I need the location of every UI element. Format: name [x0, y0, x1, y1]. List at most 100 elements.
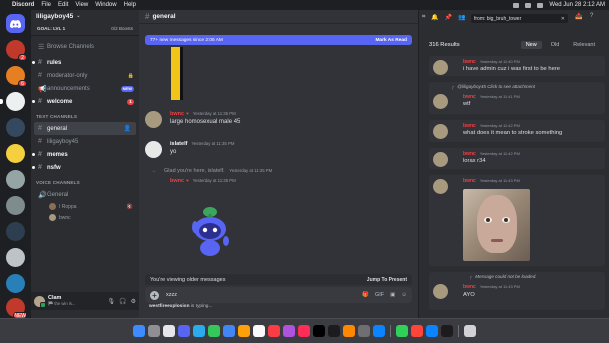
- microphone-icon[interactable]: 🎙: [108, 298, 116, 305]
- search-result[interactable]: bwnc Yesterday at 11:43 PM: [429, 175, 605, 266]
- boost-goal[interactable]: GOAL: LVL 1 0/2 Boosts: [31, 22, 139, 36]
- menu-window[interactable]: Window: [95, 2, 116, 8]
- server-icon-9[interactable]: [6, 248, 25, 267]
- server-icon-4[interactable]: [6, 118, 25, 137]
- server-icon-8[interactable]: [6, 222, 25, 241]
- channel-announcements[interactable]: 📢 announcements NEW: [31, 82, 139, 95]
- server-icon-7[interactable]: [6, 196, 25, 215]
- menubar-clock[interactable]: Wed Jun 28 2:12 AM: [549, 2, 605, 8]
- photos-icon[interactable]: [298, 325, 310, 337]
- image-attachment[interactable]: [463, 189, 530, 261]
- add-attachment-button[interactable]: +: [150, 290, 159, 300]
- safari-icon[interactable]: [163, 325, 175, 337]
- battery-icon[interactable]: [513, 2, 520, 8]
- channel-welcome[interactable]: # welcome 1: [31, 95, 139, 108]
- attachment-image[interactable]: [171, 47, 183, 100]
- channel-general[interactable]: # general 👤: [34, 122, 136, 135]
- server-icon-11[interactable]: NEW: [6, 298, 27, 319]
- result-author[interactable]: bwnc: [463, 59, 476, 65]
- system-settings-icon[interactable]: [358, 325, 370, 337]
- search-result[interactable]: ┌ @liligayboy45 Click to see attachment b…: [429, 82, 605, 114]
- result-author[interactable]: bwnc: [463, 284, 476, 290]
- search-result[interactable]: bwnc Yesterday at 11:40 PM i have admin …: [429, 56, 605, 76]
- new-messages-bar[interactable]: 77+ new messages since 2:06 AM Mark As R…: [145, 35, 412, 45]
- app-icon[interactable]: [411, 325, 423, 337]
- podcasts-icon[interactable]: [283, 325, 295, 337]
- finder-icon[interactable]: [133, 325, 145, 337]
- result-author[interactable]: bwnc: [463, 94, 476, 100]
- headphones-icon[interactable]: 🎧: [119, 298, 126, 305]
- channel-moderator-only[interactable]: # moderator-only 🔒: [31, 69, 139, 82]
- server-icon-3[interactable]: [0, 92, 25, 111]
- sticker-icon[interactable]: ▣: [390, 292, 395, 298]
- chrome-icon[interactable]: [223, 325, 235, 337]
- avatar[interactable]: [34, 295, 46, 308]
- menu-view[interactable]: View: [75, 2, 88, 8]
- message-author[interactable]: islatelf: [170, 141, 187, 147]
- direct-messages-icon[interactable]: [6, 14, 25, 33]
- category-text-channels[interactable]: TEXT CHANNELS: [31, 111, 139, 122]
- discord-icon[interactable]: [178, 325, 190, 337]
- wifi-icon[interactable]: [525, 2, 532, 8]
- menu-help[interactable]: Help: [124, 2, 136, 8]
- server-icon-2[interactable]: 6: [6, 66, 27, 87]
- gear-icon[interactable]: ⚙: [131, 298, 136, 305]
- activity-monitor-icon[interactable]: [396, 325, 408, 337]
- mark-as-read-button[interactable]: Mark As Read: [375, 38, 407, 43]
- voice-channel-general[interactable]: 🔊 General: [31, 188, 139, 201]
- music-icon[interactable]: [268, 325, 280, 337]
- message-author[interactable]: bwnc: [170, 178, 184, 184]
- message[interactable]: bwnc ♥ Yesterday at 11:35 PM: [145, 178, 405, 198]
- telegram-icon[interactable]: [193, 325, 205, 337]
- add-user-icon[interactable]: 👤: [124, 125, 131, 132]
- result-author[interactable]: bwnc: [463, 151, 476, 157]
- composer-input-text[interactable]: xzzz: [166, 292, 177, 298]
- trash-icon[interactable]: [464, 325, 476, 337]
- search-result[interactable]: bwnc Yesterday at 11:42 PM what does it …: [429, 120, 605, 142]
- tab-old[interactable]: Old: [546, 41, 565, 49]
- guild-header[interactable]: liligayboy45 ⌄: [31, 10, 139, 22]
- tab-new[interactable]: New: [520, 40, 542, 49]
- search-result[interactable]: ┌ Message could not be loaded. bwnc Yeste…: [429, 272, 605, 310]
- search-result[interactable]: bwnc Yesterday at 11:42 PM lorax r34: [429, 148, 605, 169]
- launchpad-icon[interactable]: [148, 325, 160, 337]
- emoji-icon[interactable]: ☺: [401, 292, 407, 298]
- bell-icon[interactable]: 🔔: [431, 14, 438, 21]
- channel-memes[interactable]: # memes: [31, 148, 139, 161]
- terminal-icon[interactable]: [328, 325, 340, 337]
- avatar[interactable]: [145, 141, 162, 158]
- app-store-icon[interactable]: [373, 325, 385, 337]
- result-author[interactable]: bwnc: [463, 123, 476, 129]
- pin-icon[interactable]: 📌: [445, 14, 452, 21]
- inbox-icon[interactable]: 📥: [575, 13, 582, 20]
- message[interactable]: islatelf Yesterday at 11:35 PM yo: [145, 141, 405, 161]
- wumpus-wave-sticker[interactable]: [188, 205, 232, 257]
- control-center-icon[interactable]: [537, 2, 544, 8]
- result-author[interactable]: bwnc: [463, 178, 476, 184]
- menu-edit[interactable]: Edit: [58, 2, 68, 8]
- notes-icon[interactable]: [238, 325, 250, 337]
- help-icon[interactable]: ?: [590, 13, 593, 19]
- gift-icon[interactable]: 🎁: [362, 292, 369, 298]
- channel-nsfw[interactable]: # nsfw: [31, 161, 139, 174]
- menu-discord[interactable]: Discord: [12, 2, 34, 8]
- threads-icon[interactable]: ⌗: [422, 14, 425, 21]
- message-composer[interactable]: + xzzz 🎁 GIF ▣ ☺: [145, 287, 412, 303]
- channel-liligayboy45[interactable]: # liligayboy45: [31, 135, 139, 148]
- message[interactable]: bwnc ♥ Yesterday at 11:35 PM large homos…: [145, 111, 405, 131]
- gif-icon[interactable]: GIF: [375, 292, 384, 298]
- jump-to-present-button[interactable]: Jump To Present: [367, 277, 407, 283]
- voice-user[interactable]: bwnc: [31, 212, 139, 223]
- capcut-icon[interactable]: [313, 325, 325, 337]
- app-icon[interactable]: [441, 325, 453, 337]
- server-icon-1[interactable]: 2: [6, 40, 27, 61]
- calendar-icon[interactable]: [253, 325, 265, 337]
- app-icon[interactable]: [426, 325, 438, 337]
- close-icon[interactable]: ✕: [561, 16, 565, 22]
- browse-channels[interactable]: ☰ Browse Channels: [31, 40, 139, 53]
- category-voice-channels[interactable]: VOICE CHANNELS: [31, 177, 139, 188]
- messages-icon[interactable]: [208, 325, 220, 337]
- server-icon-5[interactable]: [6, 144, 25, 163]
- channel-rules[interactable]: # rules: [31, 56, 139, 69]
- server-icon-6[interactable]: [6, 170, 25, 189]
